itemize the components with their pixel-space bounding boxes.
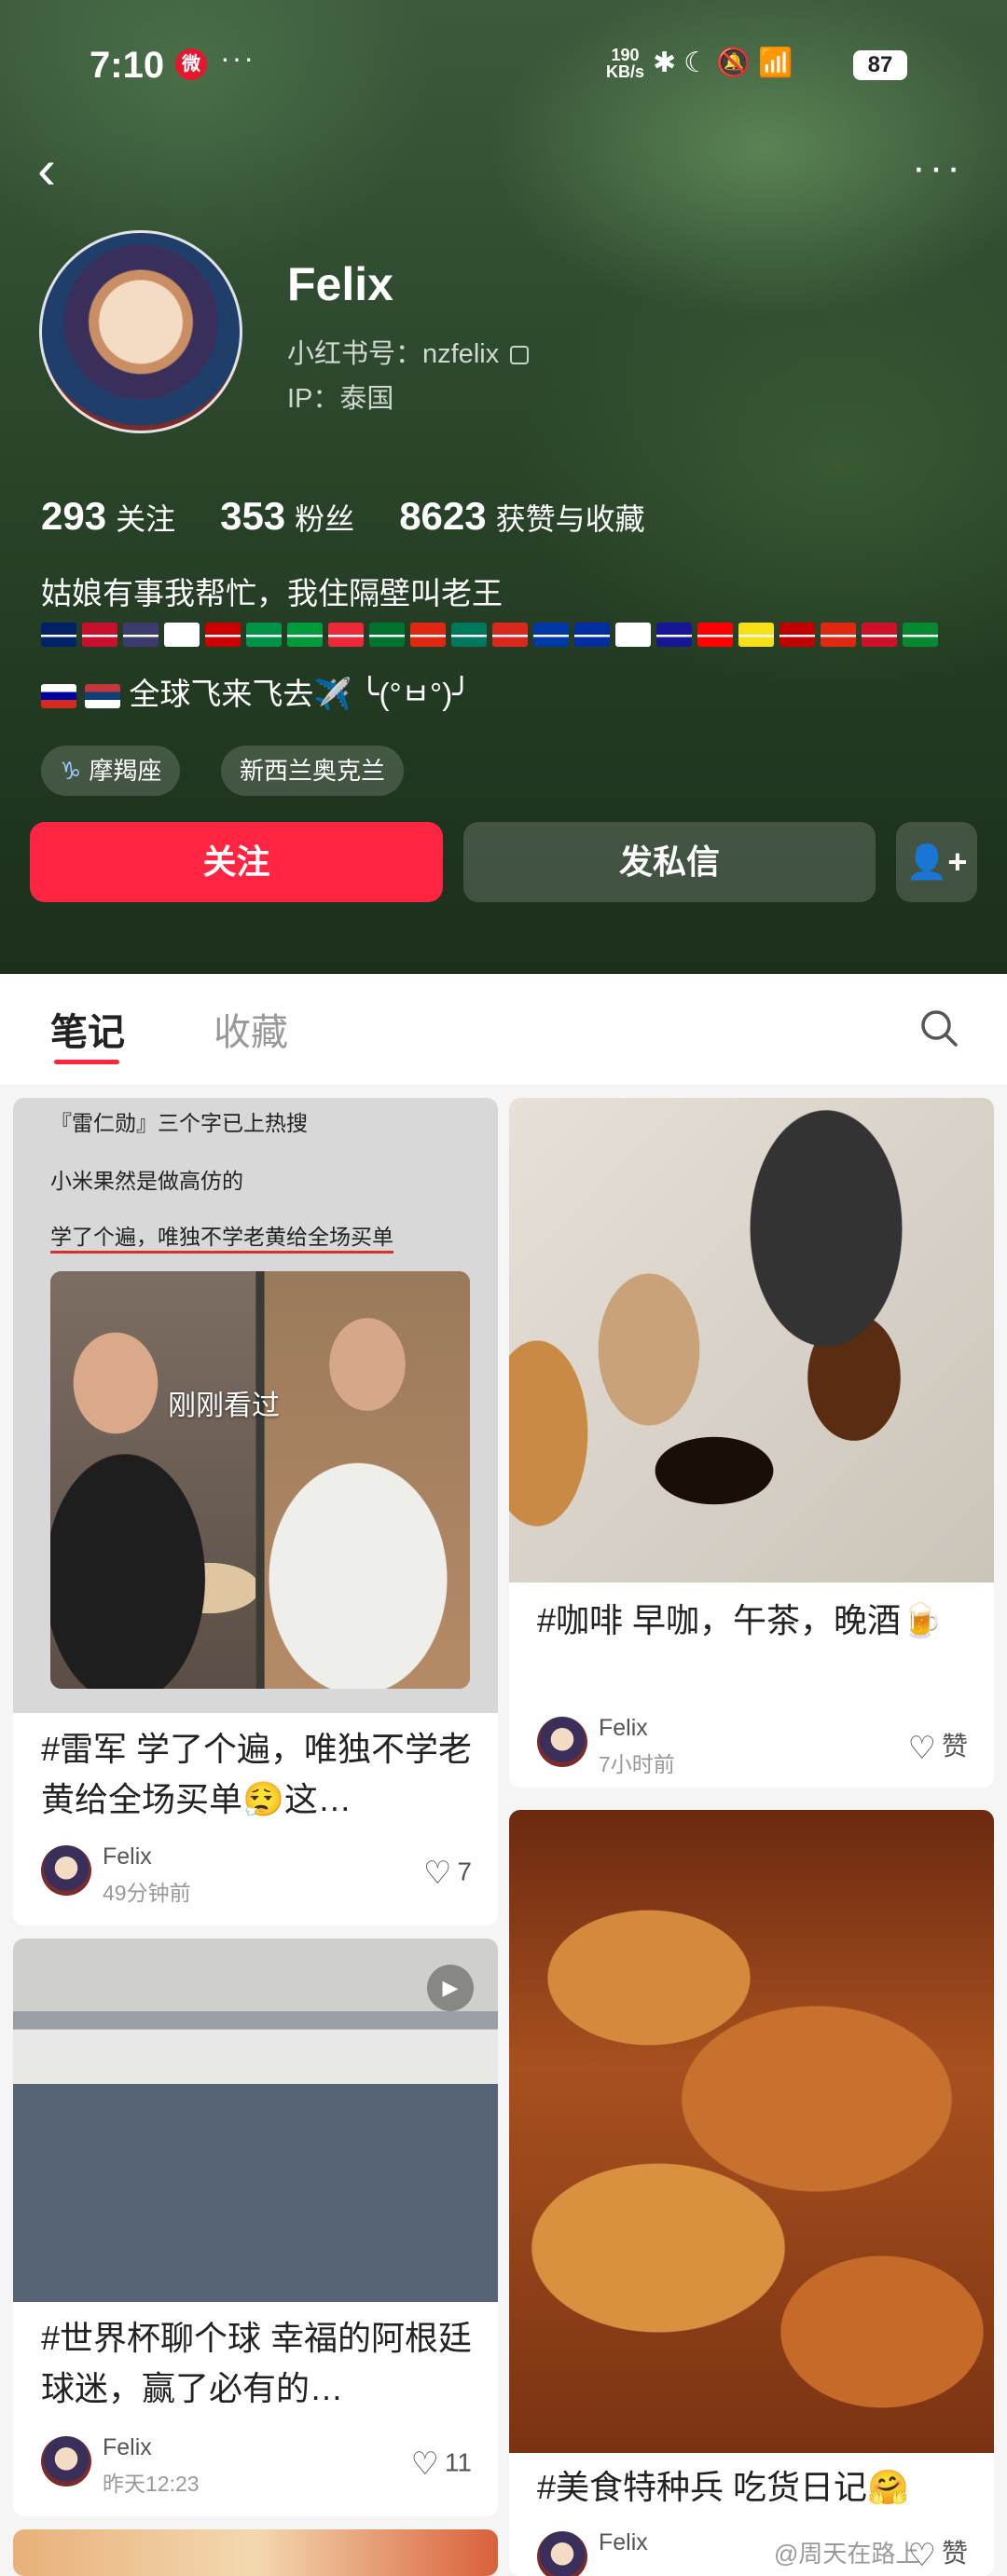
country-flag-icon bbox=[903, 623, 938, 647]
copy-icon[interactable] bbox=[510, 346, 530, 365]
network-speed: 190 KB/s bbox=[606, 46, 645, 81]
profile-avatar[interactable] bbox=[39, 230, 242, 433]
tab-notes[interactable]: 笔记 bbox=[50, 1002, 125, 1056]
zodiac-icon: ♑ bbox=[60, 757, 82, 785]
bio-line-1: 姑娘有事我帮忙，我住隔壁叫老王 bbox=[41, 576, 503, 610]
profile-stats: 293 关注 353 粉丝 8623 获赞与收藏 bbox=[41, 494, 645, 539]
country-flag-icon bbox=[369, 623, 405, 647]
note-card[interactable] bbox=[13, 2529, 498, 2576]
active-tab-indicator bbox=[54, 1060, 119, 1064]
country-flag-icon bbox=[697, 623, 733, 647]
tag-zodiac[interactable]: ♑ 摩羯座 bbox=[41, 746, 181, 796]
followers-stat[interactable]: 353 粉丝 bbox=[220, 494, 354, 539]
note-title: #咖啡 早咖，午茶，晚酒🍺 bbox=[537, 1601, 943, 1639]
country-flag-icon bbox=[164, 623, 200, 647]
note-title: #世界杯聊个球 幸福的阿根廷球迷，赢了必有的… bbox=[41, 2319, 473, 2407]
country-flag-icon bbox=[451, 623, 487, 647]
profile-name: Felix bbox=[287, 258, 393, 310]
cover-photo bbox=[50, 1271, 470, 1689]
more-options-icon[interactable]: ··· bbox=[912, 147, 964, 188]
profile-id: 小红书号：nzfelix bbox=[287, 332, 530, 371]
like-button[interactable]: ♡ 11 bbox=[410, 2446, 472, 2483]
video-play-icon: ▶ bbox=[427, 1965, 474, 2011]
system-icons: ✱☾🔕📶 bbox=[653, 48, 801, 78]
country-flag-icon bbox=[82, 623, 117, 647]
cover-photo-right bbox=[265, 1271, 470, 1689]
country-flag-icon bbox=[41, 623, 76, 647]
note-card[interactable]: 『雷仁勋』三个字已上热搜 小米果然是做高仿的 学了个遍，唯独不学老黄给全场买单 … bbox=[13, 1098, 498, 1925]
note-cover-image: ▶ bbox=[13, 1939, 498, 2302]
country-flag-icon bbox=[615, 623, 651, 647]
cover-text-line: 小米果然是做高仿的 bbox=[50, 1169, 243, 1193]
like-button[interactable]: ♡ 7 bbox=[423, 1855, 472, 1892]
author-name[interactable]: Felix bbox=[599, 2529, 648, 2556]
profile-header: 7:10 微 ··· 190 KB/s ✱☾🔕📶 87 ‹ ··· Felix 小… bbox=[0, 0, 1007, 974]
country-flag-icon bbox=[574, 623, 610, 647]
like-button[interactable]: ♡ 赞 bbox=[908, 1726, 969, 1767]
note-cover-image: 『雷仁勋』三个字已上热搜 小米果然是做高仿的 学了个遍，唯独不学老黄给全场买单 … bbox=[13, 1098, 498, 1713]
note-title: #美食特种兵 吃货日记🤗 bbox=[537, 2468, 909, 2506]
following-stat[interactable]: 293 关注 bbox=[41, 494, 175, 539]
author-avatar[interactable] bbox=[41, 2436, 91, 2487]
heart-icon: ♡ bbox=[422, 1856, 452, 1891]
country-flag-icon bbox=[328, 623, 364, 647]
cover-text-line: 学了个遍，唯独不学老黄给全场买单 bbox=[50, 1219, 393, 1254]
country-flag-icon bbox=[738, 623, 774, 647]
watermark: @周天在路上 bbox=[774, 2540, 920, 2568]
country-flag-icon bbox=[821, 623, 856, 647]
note-card[interactable]: #美食特种兵 吃货日记🤗 Felix ♡ 赞 bbox=[509, 1810, 994, 2576]
country-flag-icon bbox=[287, 623, 323, 647]
note-cover-image bbox=[509, 1810, 994, 2453]
author-avatar[interactable] bbox=[537, 2531, 587, 2576]
back-arrow-icon[interactable]: ‹ bbox=[37, 140, 82, 199]
heart-icon: ♡ bbox=[410, 2446, 439, 2482]
country-flag-icon bbox=[779, 623, 815, 647]
note-title: #雷军 学了个遍，唯独不学老黄给全场买单😮‍💨这… bbox=[41, 1730, 473, 1818]
country-flag-icon bbox=[246, 623, 282, 647]
cover-text-line: 『雷仁勋』三个字已上热搜 bbox=[50, 1111, 308, 1135]
note-cover-image bbox=[509, 1098, 994, 1583]
country-flag-icon bbox=[492, 623, 528, 647]
follow-button[interactable]: 关注 bbox=[30, 822, 443, 902]
profile-ip: IP：泰国 bbox=[287, 384, 394, 414]
slovenia-flag-icon bbox=[41, 684, 76, 709]
more-notifications-icon: ··· bbox=[220, 41, 255, 75]
message-button[interactable]: 发私信 bbox=[463, 822, 876, 902]
author-name[interactable]: Felix bbox=[599, 1715, 648, 1742]
note-card[interactable]: ▶ #世界杯聊个球 幸福的阿根廷球迷，赢了必有的… Felix 昨天12:23 … bbox=[13, 1939, 498, 2516]
likes-stat[interactable]: 8623 获赞与收藏 bbox=[399, 494, 644, 539]
serbia-flag-icon bbox=[85, 684, 121, 709]
country-flag-icon bbox=[533, 623, 569, 647]
author-avatar[interactable] bbox=[41, 1845, 91, 1896]
note-card[interactable]: #咖啡 早咖，午茶，晚酒🍺 Felix 7小时前 ♡ 赞 bbox=[509, 1098, 994, 1788]
author-name[interactable]: Felix bbox=[103, 1843, 152, 1870]
add-user-icon: 👤+ bbox=[905, 843, 968, 881]
country-flag-icon bbox=[656, 623, 692, 647]
search-icon[interactable] bbox=[918, 1007, 959, 1048]
battery-icon: 87 bbox=[853, 50, 907, 80]
heart-icon: ♡ bbox=[907, 1730, 936, 1766]
add-friend-button[interactable]: 👤+ bbox=[896, 822, 977, 902]
tag-location[interactable]: 新西兰奥克兰 bbox=[221, 746, 405, 796]
post-time: 7小时前 bbox=[599, 1752, 675, 1776]
flag-row bbox=[41, 623, 938, 647]
weibo-icon: 微 bbox=[175, 48, 207, 80]
status-bar: 7:10 微 ··· 190 KB/s ✱☾🔕📶 87 bbox=[0, 37, 1007, 103]
tab-bar: 笔记 收藏 bbox=[0, 974, 1007, 1086]
country-flag-icon bbox=[123, 623, 159, 647]
post-time: 49分钟前 bbox=[103, 1881, 191, 1905]
author-name[interactable]: Felix bbox=[103, 2434, 152, 2461]
bio-line-2: 全球飞来飞去✈️ ╰(°ㅂ°)╯ bbox=[41, 669, 471, 714]
author-avatar[interactable] bbox=[537, 1717, 587, 1767]
country-flag-icon bbox=[410, 623, 446, 647]
country-flag-icon bbox=[205, 623, 241, 647]
clock: 7:10 bbox=[90, 45, 165, 86]
country-flag-icon bbox=[862, 623, 897, 647]
cover-photo-left bbox=[50, 1271, 255, 1689]
recently-viewed-label: 刚刚看过 bbox=[168, 1391, 280, 1421]
tab-favorites[interactable]: 收藏 bbox=[214, 1002, 288, 1056]
post-time: 昨天12:23 bbox=[103, 2472, 200, 2496]
